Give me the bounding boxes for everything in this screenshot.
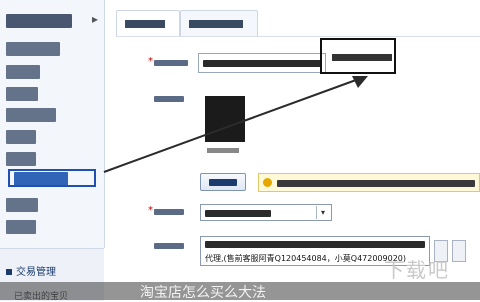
watermark: 下载吧 (384, 258, 450, 282)
caption-text: 淘宝店怎么买么大法 (140, 285, 266, 301)
caption-bar: 淘宝店怎么买么大法 (0, 282, 480, 301)
